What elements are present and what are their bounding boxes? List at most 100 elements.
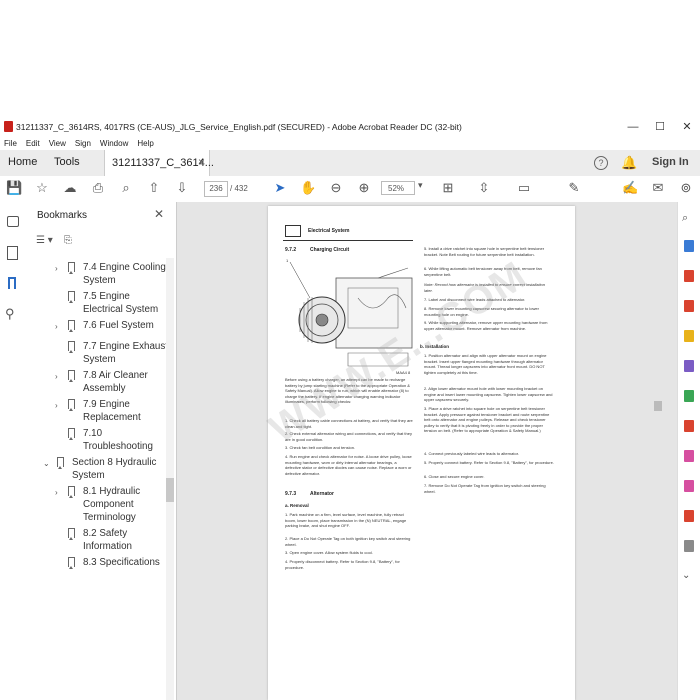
bookmark-label: Assembly [83,383,126,394]
subsection-label: a. Removal [285,503,309,508]
combine-files-icon[interactable] [684,360,694,372]
bookmark-label: Section 8 Hydraulic [72,457,157,468]
attachment-icon[interactable]: ⚲ [5,306,15,322]
select-cursor-icon[interactable]: ➤ [272,180,288,196]
create-pdf-icon[interactable] [684,270,694,282]
close-panel-icon[interactable]: ✕ [154,207,164,221]
removal-step: 2. Place a Do Not Operate Tag on both ig… [285,536,411,547]
star-icon[interactable]: ☆ [34,180,50,196]
comment-icon[interactable]: ▭ [516,180,532,196]
lock-icon[interactable] [7,216,19,227]
minimize-button[interactable]: — [620,118,646,136]
title-bar: 31211337_C_3614RS, 4017RS (CE-AUS)_JLG_S… [0,116,700,138]
bookmark-label: Component [83,499,134,510]
install-step: 6. Close and secure engine cover. [424,474,485,479]
page-up-icon[interactable]: ⇧ [146,180,162,196]
bookmark-options-icon[interactable]: ☰ ▾ ⎘ [36,235,72,246]
document-scroll-thumb[interactable] [654,401,662,411]
tab-document[interactable]: 31211337_C_3614... × [104,150,214,176]
bookmark-label: Information [83,541,133,552]
check-item: 3. Check fan belt condition and tension. [285,445,356,450]
protect-icon[interactable] [684,450,694,462]
section-number: 9.7.3 [285,491,297,497]
menu-view[interactable]: View [49,139,66,148]
menu-sign[interactable]: Sign [75,139,91,148]
install-step: 1. Position alternator and align with up… [424,353,547,375]
edit-pdf-icon[interactable] [684,300,694,312]
bookmark-label: 7.10 [83,428,103,439]
maximize-button[interactable]: ☐ [647,118,673,136]
sign-in-button[interactable]: Sign In [652,156,689,168]
bookmark-label: Terminology [83,512,136,523]
removal-step: 4. Properly disconnect battery. Refer to… [285,559,400,570]
tools-icon[interactable] [684,540,694,552]
zoom-out-icon[interactable]: ⊖ [328,180,344,196]
bookmark-label: 8.1 Hydraulic [83,486,141,497]
install-step: 3. Place a drive ratchet into square hol… [424,406,550,434]
battery-icon [285,225,301,237]
install-step: 5. Properly connect battery. Refer to Se… [424,460,554,465]
header-rule [283,240,413,241]
bookmarks-panel: Bookmarks ✕ ☰ ▾ ⎘ › 7.4 Engine Cooling S… [26,202,177,700]
bookmark-label: System [83,354,116,365]
acrobat-icon [4,121,13,132]
fill-sign-icon[interactable] [684,480,694,492]
fit-page-icon[interactable]: ⊞ [440,180,456,196]
bookmark-label: 8.3 Specifications [83,557,160,568]
search-icon[interactable]: ⌕ [682,212,688,225]
page-down-icon[interactable]: ⇩ [174,180,190,196]
mail-icon[interactable]: ✉ [650,180,666,196]
removal-step: 5. Install a drive ratchet into square h… [424,246,545,257]
more-tools-icon[interactable] [684,510,694,522]
zoom-dropdown-icon[interactable]: ▾ [418,180,423,191]
install-step: 7. Remove Do Not Operate Tag from igniti… [424,483,546,494]
redact-icon[interactable] [684,420,694,432]
bookmark-label: 7.8 Air Cleaner [83,370,148,381]
page-number-input[interactable]: 236 [204,181,228,197]
page-header: Electrical System [308,228,350,234]
help-icon[interactable]: ? [594,156,608,170]
sign-pen-icon[interactable]: ✍ [622,180,638,196]
highlight-pen-icon[interactable]: ✎ [566,180,582,196]
window-title: 31211337_C_3614RS, 4017RS (CE-AUS)_JLG_S… [16,122,462,132]
callout-1: 1 [286,258,289,263]
bookmark-icon[interactable] [8,277,16,289]
bell-icon[interactable]: 🔔 [621,155,637,171]
save-icon[interactable]: 💾 [6,180,22,196]
menu-file[interactable]: File [4,139,17,148]
install-step: 4. Connect previously labeled wire leads… [424,451,519,456]
zoom-input[interactable]: 52% [381,181,415,195]
close-window-button[interactable]: ✕ [674,118,700,136]
bookmark-label: 7.4 Engine Cooling [83,262,166,273]
bookmark-label: Electrical System [83,304,159,315]
share-icon[interactable]: ⊚ [678,180,694,196]
hand-tool-icon[interactable]: ✋ [300,180,316,196]
removal-step: 1. Park machine on a firm, level surface… [285,512,407,529]
bookmark-label: 7.9 Engine [83,399,130,410]
bookmark-label: 7.6 Fuel System [83,320,154,331]
tab-close-icon[interactable]: × [198,155,205,169]
menu-help[interactable]: Help [137,139,153,148]
pages-icon[interactable] [7,246,18,260]
tab-home[interactable]: Home [8,156,37,168]
bookmarks-scroll-thumb[interactable] [166,478,174,502]
bookmark-label: System [83,275,116,286]
zoom-in-icon[interactable]: ⊕ [356,180,372,196]
removal-step: 3. Open engine cover. Allow system fluid… [285,550,373,555]
check-item: 4. Run engine and check alternator for n… [285,454,412,476]
upload-cloud-icon[interactable]: ☁ [62,180,78,196]
scroll-mode-icon[interactable]: ⇳ [476,180,492,196]
search-icon[interactable]: ⌕ [118,180,134,196]
tab-tools[interactable]: Tools [54,156,80,168]
bookmark-label: Troubleshooting [83,441,153,452]
menu-window[interactable]: Window [100,139,128,148]
print-icon[interactable]: ⎙ [90,180,106,196]
organize-pages-icon[interactable] [684,390,694,402]
menu-bar: File Edit View Sign Window Help [0,138,700,150]
comment-tool-icon[interactable] [684,330,694,342]
export-pdf-icon[interactable] [684,240,694,252]
menu-edit[interactable]: Edit [26,139,40,148]
toolbar: 💾 ☆ ☁ ⎙ ⌕ ⇧ ⇩ 236 / 432 ➤ ✋ ⊖ ⊕ 52% ▾ ⊞ … [0,176,700,203]
left-rail: ⚲ [0,202,27,700]
expand-icon[interactable]: ⌄ [682,570,690,581]
